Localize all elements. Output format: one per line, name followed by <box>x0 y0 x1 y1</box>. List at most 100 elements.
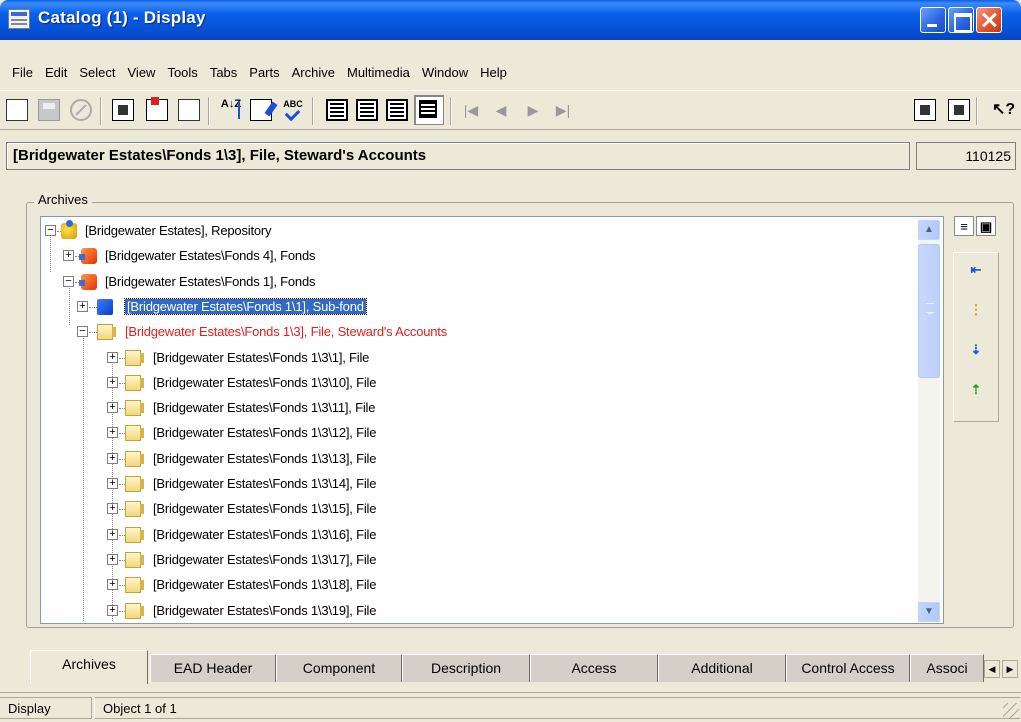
tree-node[interactable]: [Bridgewater Estates\Fonds 1\3\11], File <box>153 396 375 420</box>
tree-node[interactable]: [Bridgewater Estates\Fonds 1\3\13], File <box>153 447 376 471</box>
edit-icon[interactable] <box>250 99 272 121</box>
save-icon[interactable] <box>38 99 60 121</box>
stop-icon[interactable] <box>70 99 92 121</box>
tree-node-label: [Bridgewater Estates\Fonds 1\3], File, S… <box>125 324 448 340</box>
menu-item-help[interactable]: Help <box>474 63 513 83</box>
first-record-icon[interactable]: |◀ <box>460 99 482 121</box>
tree-node[interactable]: [Bridgewater Estates\Fonds 1\3], File, S… <box>125 320 447 344</box>
align-icon[interactable]: ≡ <box>954 216 974 236</box>
tree-node[interactable]: [Bridgewater Estates\Fonds 1\3\19], File <box>153 599 376 623</box>
expand-icon[interactable]: + <box>63 250 74 262</box>
menu-item-parts[interactable]: Parts <box>243 63 285 83</box>
form-view-icon[interactable] <box>386 99 408 121</box>
tree-node[interactable]: [Bridgewater Estates\Fonds 1\3\17], File <box>153 548 376 572</box>
hierarchy-icon[interactable]: ⋮ <box>966 300 986 320</box>
tree-node[interactable]: [Bridgewater Estates\Fonds 1\3\10], File <box>153 371 376 395</box>
delete-record-icon[interactable] <box>146 97 168 121</box>
tree-node[interactable]: [Bridgewater Estates\Fonds 1\3\14], File <box>153 472 376 496</box>
last-record-icon[interactable]: ▶| <box>552 99 574 121</box>
expand-icon[interactable]: + <box>107 402 118 414</box>
table-view-icon[interactable] <box>356 99 378 121</box>
tab-scroll-right-icon[interactable]: ▶ <box>1002 660 1018 678</box>
toolbar-separator <box>208 97 210 125</box>
display-view-icon[interactable] <box>414 95 444 125</box>
new-document-icon[interactable] <box>6 99 28 121</box>
import-icon[interactable] <box>914 99 936 121</box>
collapse-icon[interactable]: − <box>77 326 88 338</box>
record-icon[interactable] <box>112 99 134 121</box>
close-button[interactable] <box>976 7 1002 33</box>
tree-node-label: [Bridgewater Estates\Fonds 1\3\17], File <box>153 551 377 567</box>
menu-item-view[interactable]: View <box>122 63 162 83</box>
expand-icon[interactable]: + <box>107 452 118 464</box>
tree-node-label: [Bridgewater Estates\Fonds 1\3\11], File <box>153 400 376 416</box>
resize-grip-icon[interactable] <box>1003 703 1019 719</box>
toolbar-separator <box>100 97 102 125</box>
tree-node[interactable]: [Bridgewater Estates\Fonds 4], Fonds <box>105 244 315 268</box>
tab-ead-header[interactable]: EAD Header <box>150 654 276 682</box>
maximize-button[interactable] <box>948 7 974 33</box>
subfond-icon <box>97 298 113 315</box>
menu-item-tabs[interactable]: Tabs <box>204 63 243 83</box>
tab-additional[interactable]: Additional <box>658 654 786 682</box>
expand-icon[interactable]: + <box>107 478 118 489</box>
move-down-icon[interactable]: ⇣ <box>966 340 986 360</box>
toolbar-separator <box>450 97 452 125</box>
tree-node[interactable]: [Bridgewater Estates\Fonds 1\1], Sub-fon… <box>124 295 367 319</box>
expand-icon[interactable]: + <box>107 553 118 565</box>
menu-item-window[interactable]: Window <box>416 63 474 83</box>
blank-record-icon[interactable] <box>178 99 200 121</box>
spellcheck-icon[interactable]: ABC <box>282 99 304 121</box>
expand-icon[interactable]: + <box>107 427 118 439</box>
file-icon <box>125 425 144 442</box>
tab-associ[interactable]: Associ <box>910 654 984 682</box>
collapse-icon[interactable]: − <box>63 275 74 287</box>
toolbar-separator <box>976 97 978 125</box>
menu-item-tools[interactable]: Tools <box>161 63 203 83</box>
tree-guide-line <box>69 281 70 325</box>
sort-icon[interactable]: A↓Z <box>220 99 242 121</box>
expand-icon[interactable]: + <box>107 351 118 363</box>
previous-record-icon[interactable]: ◀ <box>490 99 512 121</box>
tree-node[interactable]: [Bridgewater Estates\Fonds 1], Fonds <box>105 270 315 294</box>
open-record-icon[interactable]: ▣ <box>976 216 996 236</box>
tree-node[interactable]: [Bridgewater Estates\Fonds 1\3\1], File <box>153 346 369 370</box>
context-help-icon[interactable]: ↖? <box>992 99 1015 121</box>
tab-scroll-left-icon[interactable]: ◀ <box>984 660 1000 678</box>
list-view-icon[interactable] <box>326 99 348 121</box>
expand-icon[interactable]: + <box>107 528 118 540</box>
scroll-up-icon[interactable]: ▲ <box>918 220 940 240</box>
tree-scrollbar[interactable]: ▲ ▼ <box>918 218 940 622</box>
tab-description[interactable]: Description <box>402 654 530 682</box>
tab-control-access[interactable]: Control Access <box>786 654 910 682</box>
tab-access[interactable]: Access <box>530 654 658 682</box>
tree-node[interactable]: [Bridgewater Estates\Fonds 1\3\15], File <box>153 497 376 521</box>
menu-item-select[interactable]: Select <box>73 63 121 83</box>
expand-icon[interactable]: + <box>107 376 118 388</box>
tab-component[interactable]: Component <box>276 654 402 682</box>
tree-guide-line <box>89 306 97 308</box>
tree-node[interactable]: [Bridgewater Estates\Fonds 1\3\16], File <box>153 523 376 547</box>
tree-node[interactable]: [Bridgewater Estates], Repository <box>85 219 272 243</box>
move-in-icon[interactable]: ⇤ <box>966 260 986 280</box>
menu-item-file[interactable]: File <box>6 63 39 83</box>
catalog-app-icon[interactable] <box>8 9 30 29</box>
tab-archives[interactable]: Archives <box>30 650 148 684</box>
next-record-icon[interactable]: ▶ <box>522 99 544 121</box>
menu-item-edit[interactable]: Edit <box>39 63 73 83</box>
tree-node[interactable]: [Bridgewater Estates\Fonds 1\3\18], File <box>153 573 376 597</box>
tree-node[interactable]: [Bridgewater Estates\Fonds 1\3\12], File <box>153 421 376 445</box>
scroll-down-icon[interactable]: ▼ <box>918 602 940 622</box>
minimize-button[interactable] <box>920 7 946 33</box>
expand-icon[interactable]: + <box>107 579 118 591</box>
expand-icon[interactable]: + <box>107 503 118 515</box>
expand-icon[interactable]: + <box>107 604 118 616</box>
move-up-icon[interactable]: ⇡ <box>966 380 986 400</box>
export-icon[interactable] <box>948 99 970 121</box>
menu-item-multimedia[interactable]: Multimedia <box>341 63 416 83</box>
collapse-icon[interactable]: − <box>45 225 56 236</box>
archives-tree[interactable]: − [Bridgewater Estates], Repository + [Brid… <box>40 216 944 624</box>
menu-item-archive[interactable]: Archive <box>286 63 341 83</box>
expand-icon[interactable]: + <box>77 300 88 312</box>
scroll-thumb[interactable] <box>918 244 940 378</box>
